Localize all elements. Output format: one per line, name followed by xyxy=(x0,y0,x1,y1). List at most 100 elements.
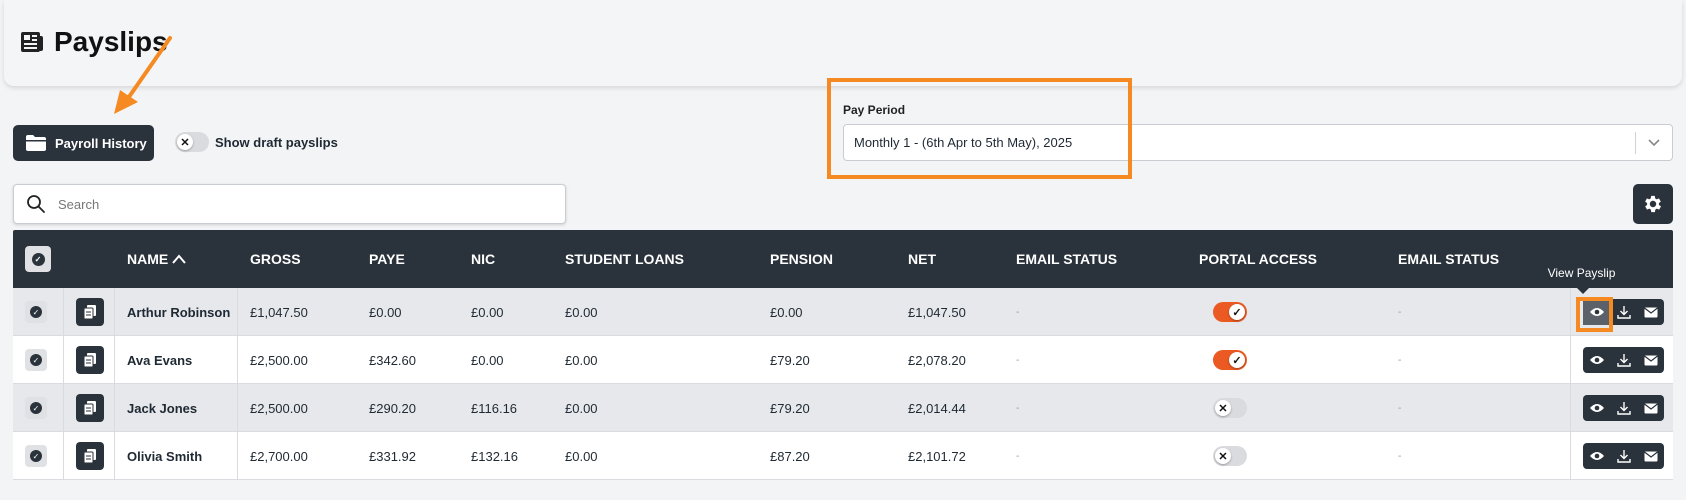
row-actions xyxy=(1583,432,1664,480)
cell-student-loans: £0.00 xyxy=(565,448,598,464)
check-icon: ✓ xyxy=(1229,304,1245,320)
cell-paye: £0.00 xyxy=(369,304,402,320)
col-student-loans-header: STUDENT LOANS xyxy=(565,251,684,267)
portal-access-toggle[interactable]: ✓ xyxy=(1213,350,1247,370)
cell-name: Jack Jones xyxy=(127,400,198,416)
table-body: ✓ Arthur Robinson £1,047.50 £0.00 £0.00 £0.00… xyxy=(13,288,1673,480)
row-checkbox[interactable]: ✓ xyxy=(25,301,47,323)
cell-student-loans: £0.00 xyxy=(565,400,598,416)
row-documents-cell xyxy=(76,288,104,336)
view-payslip-button[interactable] xyxy=(1583,443,1610,469)
cell-portal-access: ✕ xyxy=(1213,384,1247,432)
documents-icon xyxy=(83,449,96,464)
table-row: ✓ Jack Jones £2,500.00 £290.20 £116.16 £0.00 £… xyxy=(13,384,1673,432)
search-icon xyxy=(27,195,45,213)
col-pension-header: PENSION xyxy=(770,251,834,267)
email-payslip-button[interactable] xyxy=(1637,395,1664,421)
settings-button[interactable] xyxy=(1633,184,1673,224)
page-header xyxy=(4,0,1682,86)
cell-gross: £2,500.00 xyxy=(250,352,308,368)
col-portal-access-header: PORTAL ACCESS xyxy=(1199,251,1317,267)
cell-student-loans: £0.00 xyxy=(565,352,598,368)
row-checkbox-cell: ✓ xyxy=(25,384,47,432)
table-row: ✓ Olivia Smith £2,700.00 £331.92 £132.16 £0.0… xyxy=(13,432,1673,480)
table-row: ✓ Ava Evans £2,500.00 £342.60 £0.00 £0.00 £79.… xyxy=(13,336,1673,384)
gear-icon xyxy=(1645,195,1661,213)
view-payslip-tooltip: View Payslip xyxy=(1537,258,1626,294)
view-payslip-highlight xyxy=(1576,297,1613,332)
table-row: ✓ Arthur Robinson £1,047.50 £0.00 £0.00 £0.00… xyxy=(13,288,1673,336)
cell-paye: £342.60 xyxy=(369,352,416,368)
row-documents-cell xyxy=(76,336,104,384)
col-net-header: NET xyxy=(908,251,936,267)
cell-nic: £0.00 xyxy=(471,352,504,368)
cell-gross: £1,047.50 xyxy=(250,304,308,320)
cell-net: £2,078.20 xyxy=(908,352,966,368)
download-icon xyxy=(1616,306,1631,319)
chevron-up-icon xyxy=(172,254,186,264)
envelope-icon xyxy=(1643,451,1658,461)
chevron-down-icon xyxy=(1648,139,1660,147)
row-documents-button[interactable] xyxy=(76,346,104,374)
x-icon: ✕ xyxy=(1215,448,1231,464)
email-payslip-button[interactable] xyxy=(1637,299,1664,325)
select-all-checkbox[interactable]: ✓ xyxy=(25,246,51,272)
view-payslip-button[interactable] xyxy=(1583,347,1610,373)
download-icon xyxy=(1616,450,1631,463)
payslips-table: ✓ NAME GROSS PAYE NIC STUDENT LOANS PENS… xyxy=(13,230,1673,480)
portal-access-toggle[interactable]: ✕ xyxy=(1213,446,1247,466)
cell-pension: £0.00 xyxy=(770,304,803,320)
download-payslip-button[interactable] xyxy=(1610,299,1637,325)
row-documents-button[interactable] xyxy=(76,394,104,422)
documents-icon xyxy=(83,305,96,320)
cell-email-status: - xyxy=(1016,354,1020,366)
portal-access-toggle[interactable]: ✓ xyxy=(1213,302,1247,322)
download-payslip-button[interactable] xyxy=(1610,443,1637,469)
cell-portal-access: ✕ xyxy=(1213,432,1247,480)
col-nic-header: NIC xyxy=(471,251,496,267)
check-icon: ✓ xyxy=(1229,352,1245,368)
email-payslip-button[interactable] xyxy=(1637,347,1664,373)
col-paye-header: PAYE xyxy=(369,251,405,267)
cell-nic: £116.16 xyxy=(471,400,518,416)
cell-name: Olivia Smith xyxy=(127,448,203,464)
payroll-history-button[interactable]: Payroll History xyxy=(13,125,154,161)
row-actions xyxy=(1583,384,1664,432)
search-input[interactable] xyxy=(58,196,565,212)
pay-period-highlight xyxy=(827,78,1132,179)
row-checkbox-cell: ✓ xyxy=(25,432,47,480)
cell-gross: £2,700.00 xyxy=(250,448,308,464)
row-checkbox[interactable]: ✓ xyxy=(25,349,47,371)
cell-paye: £331.92 xyxy=(369,448,416,464)
draft-payslips-toggle[interactable]: ✕ xyxy=(175,132,209,152)
cell-nic: £0.00 xyxy=(471,304,504,320)
cell-email-status-2: - xyxy=(1398,450,1402,462)
envelope-icon xyxy=(1643,307,1658,317)
row-checkbox[interactable]: ✓ xyxy=(25,445,47,467)
x-icon: ✕ xyxy=(177,134,193,150)
table-header: ✓ NAME GROSS PAYE NIC STUDENT LOANS PENS… xyxy=(13,230,1673,288)
col-name-header[interactable]: NAME xyxy=(127,251,186,267)
cell-portal-access: ✓ xyxy=(1213,288,1247,336)
cell-pension: £87.20 xyxy=(770,448,810,464)
download-payslip-button[interactable] xyxy=(1610,347,1637,373)
cell-email-status-2: - xyxy=(1398,402,1402,414)
documents-icon xyxy=(83,353,96,368)
row-documents-button[interactable] xyxy=(76,442,104,470)
envelope-icon xyxy=(1643,403,1658,413)
cell-pension: £79.20 xyxy=(770,400,810,416)
cell-portal-access: ✓ xyxy=(1213,336,1247,384)
download-payslip-button[interactable] xyxy=(1610,395,1637,421)
email-payslip-button[interactable] xyxy=(1637,443,1664,469)
row-checkbox[interactable]: ✓ xyxy=(25,397,47,419)
cell-email-status-2: - xyxy=(1398,306,1402,318)
portal-access-toggle[interactable]: ✕ xyxy=(1213,398,1247,418)
draft-payslips-toggle-group: ✕ Show draft payslips xyxy=(175,132,338,152)
row-documents-cell xyxy=(76,384,104,432)
row-checkbox-cell: ✓ xyxy=(25,288,47,336)
draft-payslips-label: Show draft payslips xyxy=(215,134,338,150)
row-documents-button[interactable] xyxy=(76,298,104,326)
cell-email-status-2: - xyxy=(1398,354,1402,366)
view-payslip-button[interactable] xyxy=(1583,395,1610,421)
payslip-icon xyxy=(20,30,44,54)
